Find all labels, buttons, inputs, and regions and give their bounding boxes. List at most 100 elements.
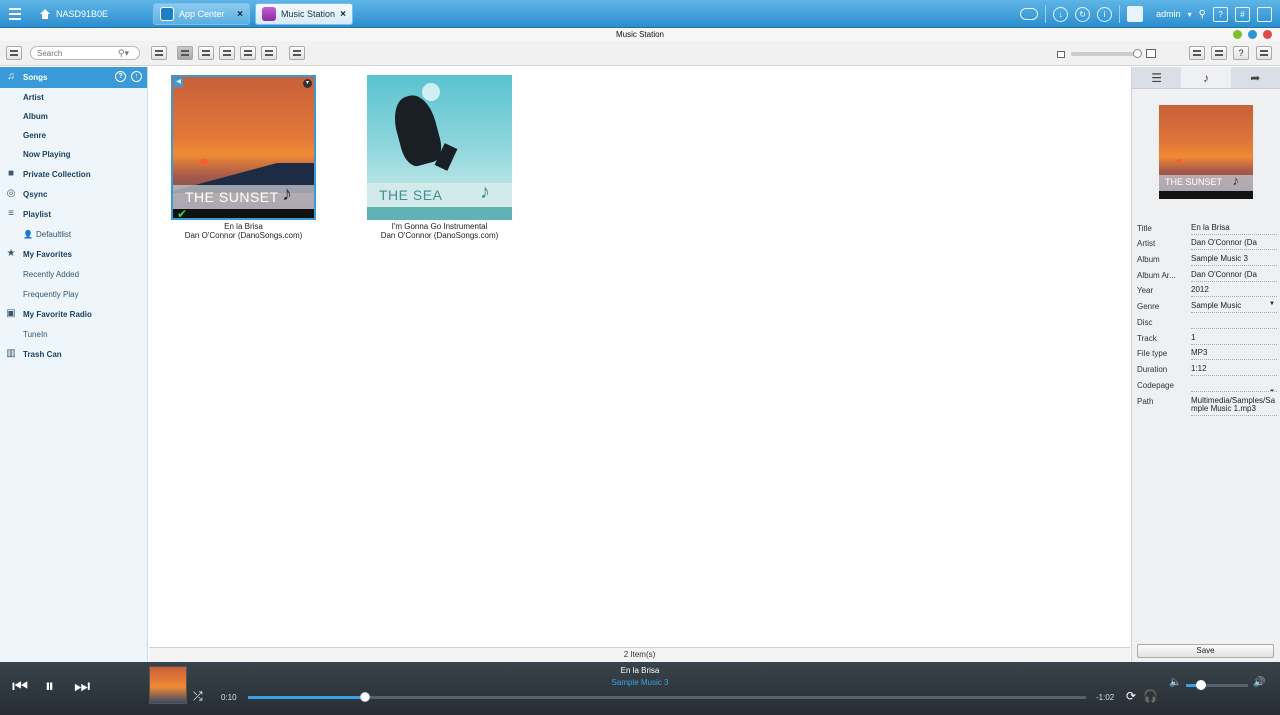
headphones-icon[interactable]: 🎧 <box>1143 689 1158 703</box>
download-icon[interactable]: ↓ <box>1053 6 1069 22</box>
top-right-controls: ↓ ↻ i admin ▾ ⚲ ? # <box>1020 0 1280 28</box>
save-button[interactable]: Save <box>1137 644 1274 658</box>
progress-bar[interactable] <box>248 692 1086 702</box>
prop-path: Path Multimedia/Samples/Sample Music 1.mp… <box>1137 392 1277 422</box>
volume-handle[interactable] <box>1195 680 1206 690</box>
search-icon[interactable]: ⚲▾ <box>118 48 129 59</box>
play-badge-icon[interactable]: ◀ <box>174 78 183 87</box>
sidebar-item-now-playing[interactable]: Now Playing <box>0 145 147 164</box>
sidebar-item-my-favorite-radio[interactable]: ▣ My Favorite Radio <box>0 304 147 324</box>
sidebar-item-album[interactable]: Album <box>0 107 147 126</box>
sidebar-item-tunein[interactable]: TuneIn <box>0 324 147 344</box>
search-icon[interactable]: ⚲ <box>1199 9 1206 20</box>
grid-icon[interactable]: # <box>1235 6 1250 22</box>
sidebar-item-label: My Favorite Radio <box>23 309 92 319</box>
album-art[interactable]: THE SUNSET ♪ ✔ ◀ ▾ <box>171 75 316 220</box>
chevron-down-icon[interactable]: ▾ <box>1188 10 1192 19</box>
sidebar-item-label: TuneIn <box>23 329 48 339</box>
select-all-button[interactable] <box>289 46 305 60</box>
search-box[interactable]: ⚲▾ <box>30 46 140 60</box>
sidebar-item-recently-added[interactable]: Recently Added <box>0 264 147 284</box>
close-window-icon[interactable] <box>1263 30 1272 39</box>
sidebar-item-artist[interactable]: Artist <box>0 88 147 107</box>
title-field[interactable]: En la Brisa <box>1191 223 1277 235</box>
user-avatar-icon[interactable] <box>1127 6 1144 22</box>
genre-value: Sample Music <box>1191 301 1242 311</box>
year-field[interactable]: 2012 <box>1191 285 1277 298</box>
artist-field[interactable]: Dan O'Connor (Da <box>1191 238 1277 251</box>
prop-genre: Genre Sample Music ▼ <box>1137 297 1277 314</box>
album-art[interactable]: THE SEA ♪ <box>367 75 512 220</box>
sidebar-item-qsync[interactable]: ◎ Qsync <box>0 184 147 204</box>
monitor-icon[interactable] <box>1257 6 1272 22</box>
coverflow-view-button[interactable] <box>240 46 256 60</box>
alarm-button[interactable] <box>1211 46 1227 60</box>
cloud-icon[interactable] <box>1020 8 1039 20</box>
help-icon[interactable]: ? <box>1213 6 1228 22</box>
prop-label: Path <box>1137 396 1154 406</box>
shuffle-icon[interactable]: ⤮ <box>193 689 203 704</box>
settings-button[interactable] <box>1189 46 1205 60</box>
zoom-slider[interactable] <box>1071 52 1139 56</box>
file-type-value: MP3 <box>1191 348 1277 361</box>
zoom-slider-handle[interactable] <box>1133 49 1142 58</box>
share-icon[interactable]: ➦ <box>1231 67 1280 88</box>
toggle-sidebar-button[interactable] <box>6 46 22 60</box>
sidebar-item-private-collection[interactable]: ■ Private Collection <box>0 164 147 184</box>
sidebar-item-playlist[interactable]: ≡ Playlist <box>0 204 147 224</box>
search-input[interactable] <box>37 47 122 59</box>
album-artist-field[interactable]: Dan O'Connor (Da <box>1191 270 1277 282</box>
volume-slider[interactable] <box>1186 680 1248 690</box>
list-mode-button[interactable] <box>151 46 167 60</box>
music-note-icon: ♪ <box>282 183 292 205</box>
upload-icon[interactable]: ↑ <box>131 71 142 82</box>
sidebar-item-frequently-play[interactable]: Frequently Play <box>0 284 147 304</box>
help-icon[interactable]: ? <box>115 71 126 82</box>
repeat-icon[interactable]: ⟳ <box>1126 689 1136 703</box>
close-tab-icon[interactable]: × <box>237 9 243 20</box>
sidebar-item-my-favorites[interactable]: ★ My Favorites <box>0 244 147 264</box>
song-properties: Title En la Brisa Artist Dan O'Connor (Da … <box>1137 219 1277 422</box>
volume-high-icon[interactable]: 🔊 <box>1253 677 1265 688</box>
tab-music-station[interactable]: Music Station × <box>255 3 353 25</box>
info-icon[interactable]: i <box>1097 6 1113 22</box>
genre-select[interactable]: Sample Music ▼ <box>1191 301 1277 314</box>
tab-app-center[interactable]: App Center × <box>153 3 250 25</box>
user-name[interactable]: admin <box>1156 9 1181 19</box>
now-playing-album[interactable]: Sample Music 3 <box>0 678 1280 687</box>
volume-low-icon[interactable]: 🔈 <box>1169 677 1181 688</box>
zoom-small-icon[interactable] <box>1057 51 1065 58</box>
sync-icon[interactable]: ↻ <box>1075 6 1091 22</box>
song-card[interactable]: THE SEA ♪ I'm Gonna Go Instrumental Dan … <box>367 75 512 245</box>
prop-file-type: File type MP3 <box>1137 345 1277 361</box>
close-tab-icon[interactable]: × <box>340 9 346 20</box>
checkmark-icon: ✔ <box>177 207 188 220</box>
thumbnail-view-button[interactable] <box>177 46 193 60</box>
prop-disc: Disc <box>1137 313 1277 329</box>
sidebar-item-songs[interactable]: ♫ Songs ? ↑ <box>0 67 147 88</box>
sidebar-item-defaultlist[interactable]: 👤 Defaultlist <box>0 224 147 244</box>
sidebar-item-genre[interactable]: Genre <box>0 126 147 145</box>
main-menu-icon[interactable] <box>0 0 30 28</box>
zoom-large-icon[interactable] <box>1146 49 1156 58</box>
song-card[interactable]: THE SUNSET ♪ ✔ ◀ ▾ En la Brisa Dan O'Con… <box>171 75 316 245</box>
help-button[interactable]: ? <box>1233 46 1249 60</box>
folder-view-button[interactable] <box>261 46 277 60</box>
track-field[interactable]: 1 <box>1191 333 1277 345</box>
detail-view-button[interactable] <box>219 46 235 60</box>
host-home[interactable]: NASD91B0E <box>40 0 108 28</box>
list-icon[interactable]: ☰ <box>1132 67 1181 88</box>
progress-handle[interactable] <box>360 692 371 702</box>
toggle-info-panel-button[interactable] <box>1256 46 1272 60</box>
minimize-icon[interactable] <box>1233 30 1242 39</box>
maximize-icon[interactable] <box>1248 30 1257 39</box>
disc-field[interactable] <box>1191 326 1277 329</box>
card-menu-icon[interactable]: ▾ <box>303 79 312 88</box>
chevron-down-icon[interactable]: ▼ <box>1269 301 1275 307</box>
sidebar-item-trash-can[interactable]: ▥ Trash Can <box>0 344 147 364</box>
album-field[interactable]: Sample Music 3 <box>1191 254 1277 267</box>
window-title-bar: Music Station <box>0 29 1280 41</box>
list-view-button[interactable] <box>198 46 214 60</box>
music-info-icon[interactable]: ♪ <box>1181 67 1231 88</box>
tab-label: Music Station <box>281 9 336 19</box>
